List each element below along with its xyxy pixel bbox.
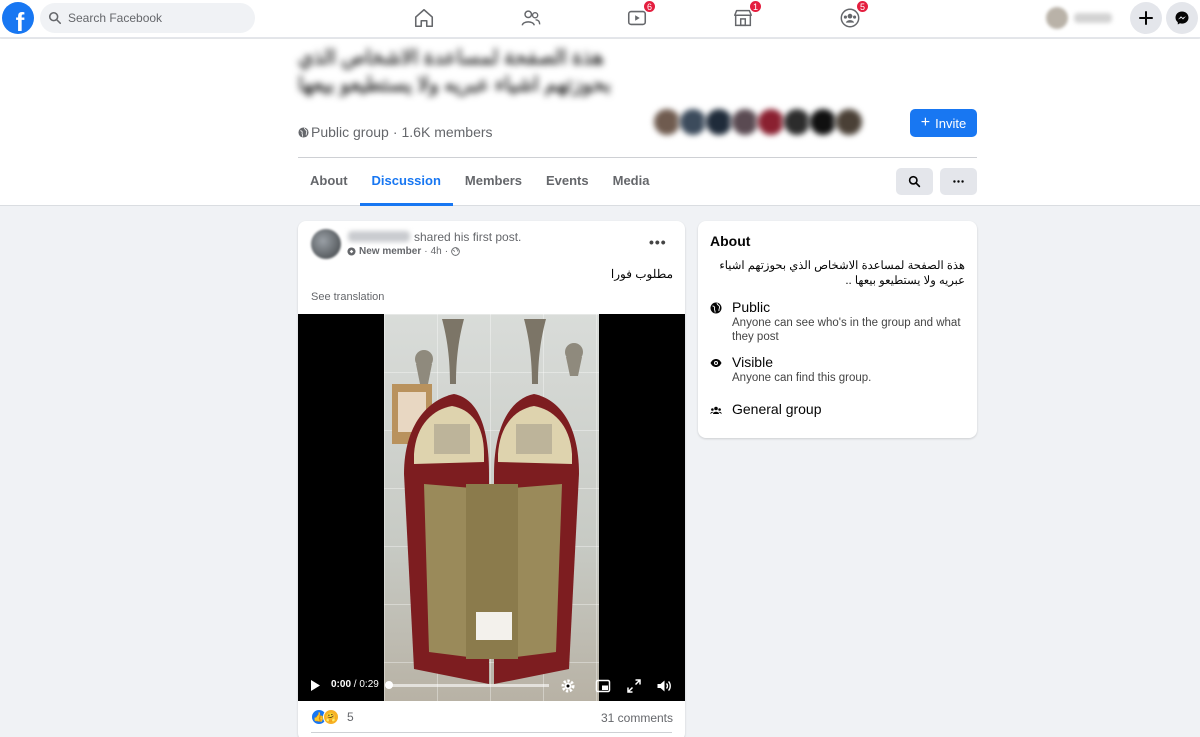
video-progress-bar[interactable]	[387, 684, 549, 687]
invite-label: Invite	[935, 115, 967, 131]
search-icon	[908, 175, 921, 188]
group-privacy: Public group	[311, 124, 389, 140]
about-item-general-group: General group	[710, 401, 822, 417]
video-frame-torah-case	[384, 314, 599, 701]
group-search-button[interactable]	[896, 168, 933, 195]
nav-watch[interactable]: 6	[622, 0, 656, 32]
more-icon	[953, 180, 964, 183]
see-translation-link[interactable]: See translation	[311, 291, 384, 303]
new-member-badge: New member	[359, 246, 422, 257]
globe-icon	[298, 126, 309, 138]
video-progress-knob[interactable]	[385, 681, 393, 689]
post-text: مطلوب فورا	[610, 267, 673, 281]
group-meta: Public group · 1.6K members	[298, 124, 493, 140]
post-author-blurred[interactable]	[348, 231, 410, 242]
marketplace-badge: 1	[748, 0, 762, 13]
post-options-button[interactable]: •••	[649, 234, 667, 250]
new-member-icon	[347, 247, 356, 256]
search-input[interactable]	[68, 11, 238, 25]
nav-groups[interactable]: 5	[835, 0, 869, 32]
nav-marketplace[interactable]: 1	[728, 0, 762, 32]
fullscreen-icon[interactable]	[626, 678, 642, 694]
volume-icon[interactable]	[656, 678, 672, 694]
home-icon	[414, 8, 434, 28]
about-item-desc: Anyone can see who's in the group and wh…	[732, 317, 961, 343]
group-tabs: About Discussion Members Events Media	[298, 158, 661, 206]
search-box[interactable]	[40, 3, 255, 33]
post-video[interactable]: 0:00 / 0:29	[298, 314, 685, 701]
group-member-count[interactable]: 1.6K members	[402, 124, 493, 140]
invite-button[interactable]: + Invite	[910, 109, 977, 137]
settings-gear-icon[interactable]	[560, 678, 576, 694]
groups-badge: 5	[855, 0, 869, 13]
globe-icon	[710, 302, 722, 314]
about-description: هذة الصفحة لمساعدة الاشخاص الذي بحوزتهم …	[719, 260, 965, 287]
group-header: هذة الصفحة لمساعدة الاشخاص الذي بحوزتهم …	[0, 39, 1200, 206]
about-title: About	[710, 233, 751, 249]
facebook-logo[interactable]: f	[2, 2, 34, 34]
post-time[interactable]: 4h	[431, 246, 442, 257]
subline-separator-2: ·	[444, 246, 449, 257]
watch-badge: 6	[642, 0, 656, 13]
profile-shortcut[interactable]	[1042, 4, 1120, 32]
post-reactions[interactable]: 👍 🤗 5	[311, 709, 354, 725]
about-item-title: General group	[732, 401, 822, 417]
people-icon	[710, 406, 722, 414]
video-time: 0:00 / 0:29	[331, 679, 379, 690]
search-icon	[48, 11, 62, 25]
messenger-button[interactable]	[1166, 2, 1198, 34]
tab-about[interactable]: About	[298, 158, 360, 206]
torah-case-illustration	[392, 319, 583, 684]
post-subline: New member · 4h ·	[347, 246, 460, 257]
comments-count-link[interactable]: 31 comments	[601, 711, 673, 725]
tab-events[interactable]: Events	[534, 158, 601, 206]
avatar[interactable]	[311, 229, 341, 259]
post-action-text: shared his first post.	[414, 230, 522, 244]
plus-icon: +	[920, 114, 931, 131]
eye-icon	[710, 359, 722, 367]
pip-icon[interactable]	[595, 678, 611, 694]
plus-icon	[1139, 11, 1153, 25]
care-reaction-icon: 🤗	[323, 709, 339, 725]
profile-name-blurred	[1074, 13, 1112, 23]
create-button[interactable]	[1130, 2, 1162, 34]
subline-separator: ·	[424, 246, 428, 257]
nav-home[interactable]	[409, 4, 439, 32]
group-title-blurred: هذة الصفحة لمساعدة الاشخاص الذي بحوزتهم …	[298, 47, 611, 96]
about-item-public: Public Anyone can see who's in the group…	[710, 299, 962, 344]
globe-icon	[451, 247, 460, 256]
about-item-desc: Anyone can find this group.	[732, 372, 872, 384]
post-divider	[311, 732, 672, 733]
about-card: About هذة الصفحة لمساعدة الاشخاص الذي بح…	[698, 221, 977, 438]
avatar	[1046, 7, 1068, 29]
tab-discussion[interactable]: Discussion	[359, 158, 453, 206]
post-card: shared his first post. New member · 4h ·…	[298, 221, 685, 737]
nav-friends[interactable]	[516, 4, 546, 32]
meta-separator: ·	[392, 124, 398, 140]
reaction-count: 5	[347, 710, 354, 724]
friends-icon	[521, 10, 541, 26]
about-item-title: Public	[732, 299, 771, 315]
video-controls: 0:00 / 0:29	[298, 671, 685, 701]
play-icon[interactable]	[310, 679, 321, 692]
tab-media[interactable]: Media	[601, 158, 662, 206]
video-current-time: 0:00	[331, 679, 352, 690]
top-navigation-bar: f 6 1 5	[0, 0, 1200, 38]
video-time-separator: /	[353, 679, 357, 690]
messenger-icon	[1175, 11, 1189, 25]
about-item-title: Visible	[732, 354, 773, 370]
video-duration: 0:29	[359, 679, 379, 690]
group-more-button[interactable]	[940, 168, 977, 195]
about-item-visible: Visible Anyone can find this group.	[710, 354, 962, 385]
member-avatars-blurred[interactable]	[652, 107, 864, 137]
tab-members[interactable]: Members	[453, 158, 534, 206]
